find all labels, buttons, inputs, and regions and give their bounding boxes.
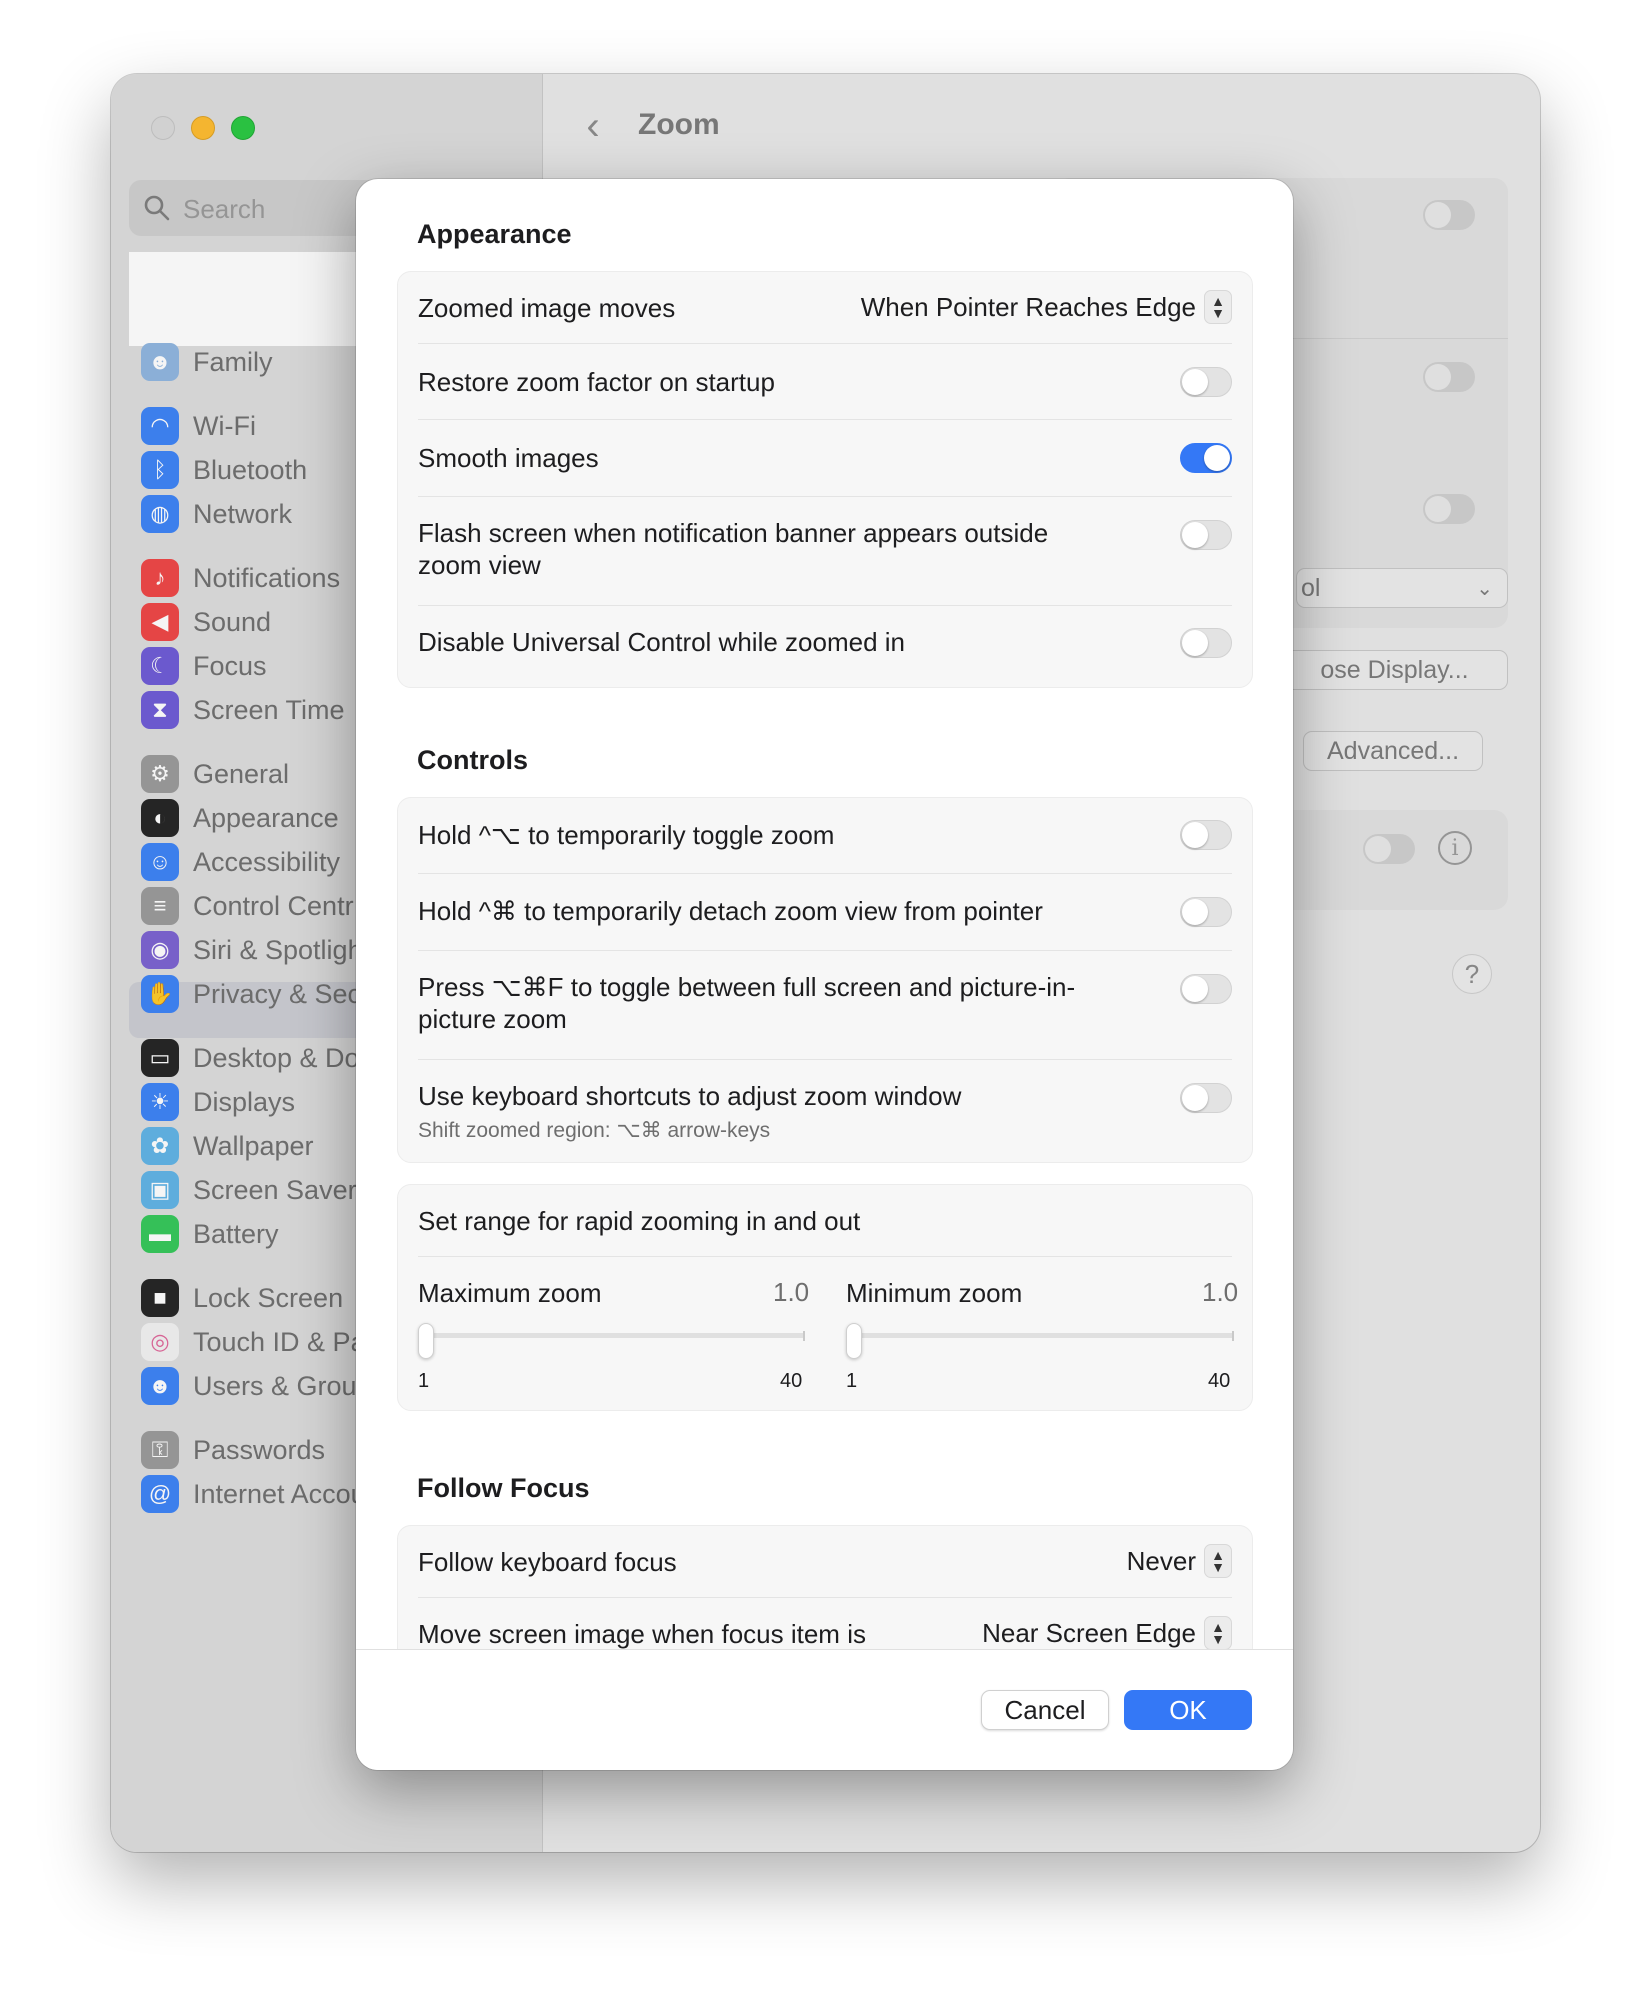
keyboard-shortcuts-row: Use keyboard shortcuts to adjust zoom wi…	[418, 1060, 1232, 1162]
maximum-zoom-slider[interactable]	[418, 1323, 805, 1359]
hold-detach-toggle[interactable]	[1180, 897, 1232, 927]
sheet-footer: Cancel OK	[356, 1649, 1293, 1770]
zoom-range-title: Set range for rapid zooming in and out	[418, 1206, 861, 1236]
disable-universal-control-row: Disable Universal Control while zoomed i…	[418, 606, 1232, 684]
follow-keyboard-focus-label: Follow keyboard focus	[418, 1547, 677, 1577]
up-down-chevron-icon: ▲ ▼	[1204, 290, 1232, 324]
zoom-range-title-row: Set range for rapid zooming in and out	[418, 1185, 1232, 1257]
maximum-zoom-min-label: 1	[418, 1370, 430, 1392]
zoomed-image-moves-popup[interactable]: When Pointer Reaches Edge ▲ ▼	[861, 290, 1232, 324]
follow-focus-section-title: Follow Focus	[417, 1473, 590, 1503]
flash-screen-row: Flash screen when notification banner ap…	[418, 497, 1232, 606]
minimum-zoom-slider[interactable]	[846, 1323, 1234, 1359]
minimum-zoom-max-label: 40	[1208, 1370, 1231, 1392]
sheet-scroll-area[interactable]: Appearance Zoomed image moves When Point…	[356, 179, 1293, 1649]
hold-detach-row: Hold ^⌘ to temporarily detach zoom view …	[418, 874, 1232, 951]
follow-keyboard-focus-row: Follow keyboard focus Never ▲ ▼	[418, 1526, 1232, 1598]
maximum-zoom-label: Maximum zoom	[418, 1278, 602, 1308]
zoomed-image-moves-value: When Pointer Reaches Edge	[860, 291, 1196, 322]
press-toggle-row: Press ⌥⌘F to toggle between full screen …	[418, 951, 1232, 1060]
ok-button[interactable]: OK	[1124, 1690, 1252, 1730]
cancel-button[interactable]: Cancel	[981, 1690, 1109, 1730]
zoom-range-group: Set range for rapid zooming in and out M…	[397, 1184, 1253, 1411]
smooth-images-label: Smooth images	[418, 443, 599, 473]
minimum-zoom-label: Minimum zoom	[846, 1278, 1023, 1308]
minimum-zoom-value: 1.0	[1202, 1277, 1239, 1307]
controls-group: Hold ^⌥ to temporarily toggle zoom Hold …	[397, 797, 1253, 1163]
keyboard-shortcuts-sublabel: Shift zoomed region: ⌥⌘ arrow-keys	[418, 1119, 771, 1142]
disable-universal-control-toggle[interactable]	[1180, 628, 1232, 658]
hold-toggle-zoom-row: Hold ^⌥ to temporarily toggle zoom	[418, 798, 1232, 874]
flash-screen-label: Flash screen when notification banner ap…	[418, 518, 1049, 580]
keyboard-shortcuts-label: Use keyboard shortcuts to adjust zoom wi…	[418, 1081, 962, 1111]
flash-screen-toggle[interactable]	[1180, 520, 1232, 550]
maximum-zoom-slider-knob[interactable]	[418, 1323, 434, 1359]
follow-focus-group: Follow keyboard focus Never ▲ ▼ Move scre…	[397, 1525, 1253, 1649]
controls-section-title: Controls	[417, 745, 528, 775]
restore-zoom-label: Restore zoom factor on startup	[418, 367, 775, 397]
hold-detach-label: Hold ^⌘ to temporarily detach zoom view …	[418, 896, 1043, 926]
move-screen-image-value: Near Screen Edge	[982, 1617, 1196, 1648]
move-screen-image-label: Move screen image when focus item is	[418, 1619, 866, 1649]
keyboard-shortcuts-toggle[interactable]	[1180, 1083, 1232, 1113]
zoomed-image-moves-row: Zoomed image moves When Pointer Reaches …	[418, 272, 1232, 344]
zoom-range-sliders: Maximum zoom 1.0 1 40 Minimum zoom 1.0 1	[418, 1257, 1238, 1407]
minimum-zoom-slider-knob[interactable]	[846, 1323, 862, 1359]
disable-universal-control-label: Disable Universal Control while zoomed i…	[418, 627, 905, 657]
restore-zoom-toggle[interactable]	[1180, 367, 1232, 397]
minimum-zoom-min-label: 1	[846, 1370, 858, 1392]
press-toggle-label: Press ⌥⌘F to toggle between full screen …	[418, 972, 1076, 1034]
press-toggle-toggle[interactable]	[1180, 974, 1232, 1004]
hold-toggle-zoom-toggle[interactable]	[1180, 820, 1232, 850]
hold-toggle-zoom-label: Hold ^⌥ to temporarily toggle zoom	[418, 820, 835, 850]
zoomed-image-moves-label: Zoomed image moves	[418, 293, 676, 323]
zoom-options-sheet: Appearance Zoomed image moves When Point…	[356, 179, 1293, 1770]
move-screen-image-popup[interactable]: Near Screen Edge ▲ ▼	[982, 1616, 1232, 1649]
up-down-chevron-icon: ▲ ▼	[1204, 1616, 1232, 1649]
appearance-section-title: Appearance	[417, 219, 572, 249]
move-screen-image-row: Move screen image when focus item is Nea…	[418, 1598, 1232, 1649]
smooth-images-toggle[interactable]	[1180, 443, 1232, 473]
maximum-zoom-max-label: 40	[780, 1370, 803, 1392]
follow-keyboard-focus-value: Never	[1126, 1545, 1196, 1576]
restore-zoom-row: Restore zoom factor on startup	[418, 344, 1232, 420]
appearance-group: Zoomed image moves When Pointer Reaches …	[397, 271, 1253, 688]
maximum-zoom-value: 1.0	[773, 1277, 810, 1307]
follow-keyboard-focus-popup[interactable]: Never ▲ ▼	[1127, 1544, 1232, 1578]
smooth-images-row: Smooth images	[418, 420, 1232, 497]
up-down-chevron-icon: ▲ ▼	[1204, 1544, 1232, 1578]
